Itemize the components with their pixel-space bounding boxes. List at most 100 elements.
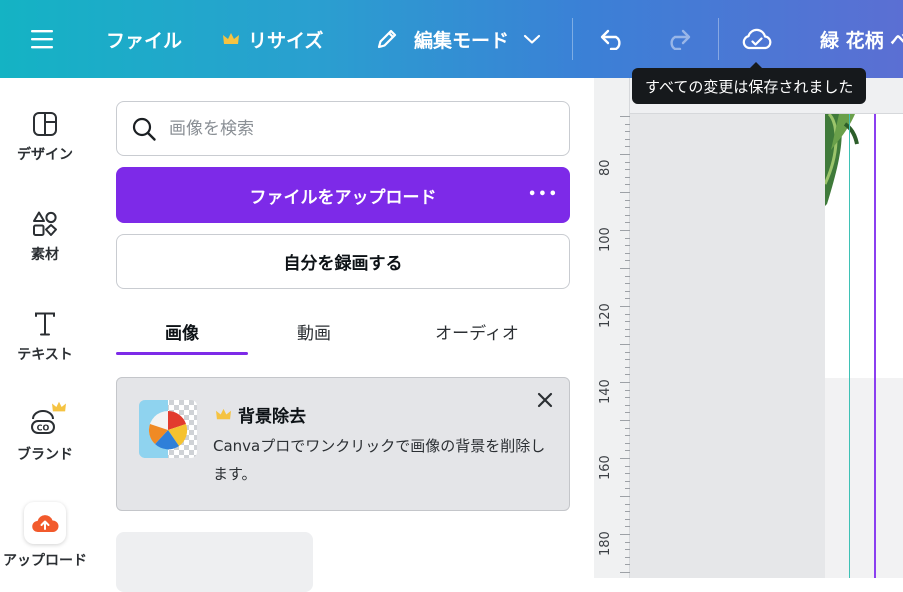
resize-label: リサイズ xyxy=(248,29,324,52)
background-remover-promo[interactable]: 背景除去 Canvaプロでワンクリックで画像の背景を削除します。 xyxy=(116,377,570,511)
ruler-tick xyxy=(625,564,630,566)
rail-label-design: デザイン xyxy=(17,147,73,163)
search-input[interactable] xyxy=(169,118,549,139)
ruler-tick xyxy=(625,138,630,140)
ruler-tick xyxy=(625,473,630,475)
save-status-tooltip: すべての変更は保存されました xyxy=(632,62,867,104)
ruler-tick xyxy=(625,199,630,201)
ruler-tick xyxy=(620,420,630,421)
ruler-tick xyxy=(625,526,630,528)
ruler-tick xyxy=(625,161,630,163)
ruler-tick xyxy=(625,313,630,315)
file-menu-label: ファイル xyxy=(106,29,183,52)
ruler-tick xyxy=(625,503,630,505)
ruler-label: 140 xyxy=(598,379,613,404)
vertical-ruler: 80 100 120 140 160 180 xyxy=(594,78,630,578)
ruler-tick xyxy=(620,306,630,307)
ruler-tick xyxy=(620,572,630,573)
layout-icon xyxy=(33,112,57,136)
tab-audio[interactable]: オーディオ xyxy=(384,306,570,356)
ruler-tick xyxy=(625,465,630,467)
resize-button[interactable]: リサイズ xyxy=(222,0,323,78)
ruler-label: 120 xyxy=(598,303,613,328)
uploaded-thumbnail[interactable] xyxy=(116,532,313,592)
ruler-tick xyxy=(620,154,630,155)
selection-guide xyxy=(874,114,876,578)
ruler-tick xyxy=(625,397,630,399)
ruler-tick xyxy=(625,176,630,178)
ruler-tick xyxy=(625,450,630,452)
ruler-tick xyxy=(625,214,630,216)
file-menu[interactable]: ファイル xyxy=(106,0,182,78)
project-title[interactable]: 緑 花柄 ベ xyxy=(820,0,903,78)
more-dots: ••• xyxy=(528,187,559,202)
upload-file-label: ファイルをアップロード xyxy=(249,187,437,208)
rail-item-design[interactable]: デザイン xyxy=(0,110,90,164)
ruler-tick xyxy=(620,230,630,231)
ruler-tick xyxy=(625,541,630,543)
ruler-tick xyxy=(625,207,630,209)
ruler-tick xyxy=(625,222,630,224)
promo-title-text: 背景除去 xyxy=(238,407,306,427)
tooltip-text: すべての変更は保存されました xyxy=(645,77,854,96)
ruler-label: 80 xyxy=(598,159,613,176)
ruler-tick xyxy=(625,518,630,520)
rail-item-brand[interactable]: CO ブランド xyxy=(0,400,90,464)
ruler-tick xyxy=(625,328,630,330)
ruler-tick xyxy=(620,344,630,345)
search-box[interactable] xyxy=(116,101,570,156)
ruler-tick xyxy=(620,496,630,497)
ruler-tick xyxy=(625,321,630,323)
redo-button[interactable] xyxy=(664,0,692,78)
ruler-tick xyxy=(625,366,630,368)
close-promo-button[interactable] xyxy=(533,388,557,412)
media-tabs: 画像 動画 オーディオ xyxy=(116,306,570,356)
rail-label-elements: 素材 xyxy=(31,247,59,263)
ruler-tick xyxy=(620,192,630,193)
tab-images[interactable]: 画像 xyxy=(116,306,248,356)
edit-mode-dropdown[interactable]: 編集モード xyxy=(374,0,541,78)
rail-label-upload: アップロード xyxy=(3,553,87,569)
brand-icon: CO xyxy=(31,410,55,434)
promo-description: Canvaプロでワンクリックで画像の背景を削除します。 xyxy=(213,437,546,483)
ruler-tick xyxy=(625,427,630,429)
pencil-icon xyxy=(377,29,397,49)
rail-label-brand: ブランド xyxy=(17,447,73,463)
rail-item-elements[interactable]: 素材 xyxy=(0,210,90,264)
ruler-tick xyxy=(625,275,630,277)
ruler-tick xyxy=(625,374,630,376)
menu-button[interactable] xyxy=(30,0,56,78)
ruler-tick xyxy=(625,511,630,513)
rail-item-upload[interactable]: アップロード xyxy=(0,502,90,570)
tab-videos[interactable]: 動画 xyxy=(248,306,380,356)
ruler-tick xyxy=(625,146,630,148)
undo-button[interactable] xyxy=(599,0,627,78)
ruler-tick xyxy=(625,184,630,186)
ruler-tick xyxy=(625,131,630,133)
upload-file-button[interactable]: ファイルをアップロード ••• xyxy=(116,167,570,223)
rail-item-text[interactable]: テキスト xyxy=(0,310,90,364)
ruler-tick xyxy=(625,283,630,285)
upload-tile xyxy=(24,502,66,544)
text-icon xyxy=(35,312,55,336)
crown-icon xyxy=(216,408,231,420)
crown-icon xyxy=(223,33,239,44)
svg-text:CO: CO xyxy=(37,424,50,433)
ruler-tick xyxy=(625,488,630,490)
ruler-tick xyxy=(625,404,630,406)
ruler-tick xyxy=(625,351,630,353)
ruler-tick xyxy=(625,169,630,171)
alignment-guide xyxy=(849,114,850,578)
leaf-illustration xyxy=(825,114,859,206)
ruler-tick xyxy=(625,412,630,414)
tab-videos-label: 動画 xyxy=(297,323,331,344)
record-yourself-button[interactable]: 自分を録画する xyxy=(116,234,570,289)
ruler-tick xyxy=(625,549,630,551)
ruler-label: 180 xyxy=(598,531,613,556)
design-canvas-area: 80 100 120 140 160 180 xyxy=(594,78,903,578)
rail-label-text: テキスト xyxy=(17,347,73,363)
more-options-button[interactable]: ••• xyxy=(528,181,559,209)
ruler-tick xyxy=(620,116,630,117)
chevron-down-icon xyxy=(523,34,541,44)
ruler-tick xyxy=(625,359,630,361)
